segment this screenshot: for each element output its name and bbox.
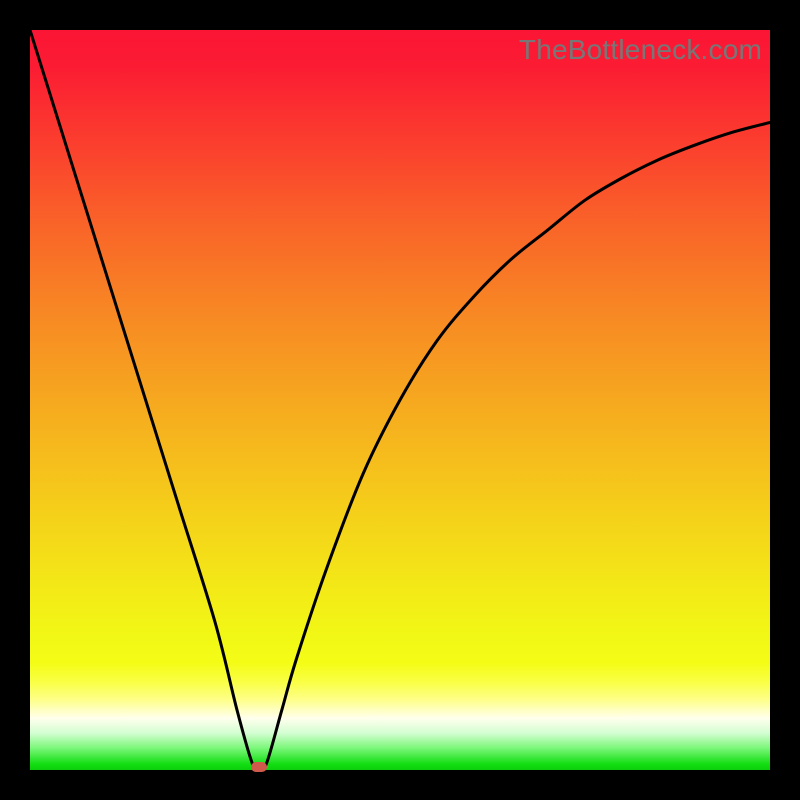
bottleneck-curve [30,30,770,770]
plot-area: TheBottleneck.com [30,30,770,770]
chart-frame: TheBottleneck.com [0,0,800,800]
curve-svg [30,30,770,770]
watermark-text: TheBottleneck.com [519,34,762,66]
minimum-marker [251,762,267,772]
